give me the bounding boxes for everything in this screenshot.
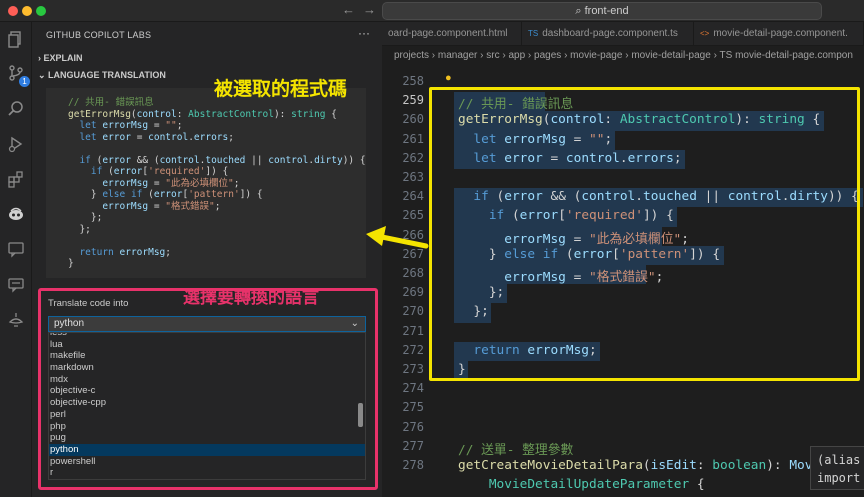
window-title: front-end <box>584 5 629 17</box>
minimize-window-button[interactable] <box>22 6 32 16</box>
line-number: 264 <box>402 189 424 204</box>
line-number: 275 <box>402 400 424 415</box>
editor-tabs: oard-page.component.html TS dashboard-pag… <box>382 22 864 46</box>
search-icon[interactable] <box>5 100 27 122</box>
line-number: 276 <box>402 419 424 434</box>
files-icon[interactable] <box>5 30 27 52</box>
navigation-arrows: ←→ <box>342 2 384 17</box>
annotation-selected-code: 被選取的程式碼 <box>214 79 348 100</box>
line-number: 261 <box>402 131 424 146</box>
run-debug-icon[interactable] <box>5 135 27 157</box>
title-bar: ←→ ⌕ front-end <box>0 0 864 22</box>
typescript-icon: TS <box>528 29 539 38</box>
code-line[interactable]: // 送單- 整理參數 <box>458 439 573 458</box>
section-explain[interactable]: › EXPLAIN <box>38 53 83 63</box>
line-number: 271 <box>402 323 424 338</box>
line-number: 265 <box>402 208 424 223</box>
code-preview-text: // 共用- 錯誤訊息 getErrorMsg(control: Abstrac… <box>68 97 366 269</box>
source-control-icon[interactable]: 1 <box>5 64 30 87</box>
line-number: 270 <box>402 304 424 319</box>
line-number: 272 <box>402 342 424 357</box>
comments-icon[interactable] <box>5 275 27 297</box>
more-actions-button[interactable]: ··· <box>358 26 370 40</box>
chevron-down-icon: ⌄ <box>38 70 49 80</box>
chat-icon[interactable] <box>5 240 27 262</box>
extensions-icon[interactable] <box>5 170 27 192</box>
arrow-left-icon[interactable]: ← <box>342 2 363 17</box>
breadcrumb[interactable]: projects › manager › src › app › pages ›… <box>382 47 864 65</box>
activity-bar: 1 <box>0 22 32 497</box>
tab-dashboard-ts[interactable]: TS dashboard-page.component.ts <box>522 22 694 46</box>
annotation-choose-language: 選擇要轉換的語言 <box>183 288 319 307</box>
labs-icon[interactable] <box>5 310 27 332</box>
code-line[interactable]: MovieDetailUpdateParameter { <box>458 477 705 492</box>
sidebar-title: GITHUB COPILOT LABS <box>46 30 152 40</box>
close-window-button[interactable] <box>8 6 18 16</box>
annotation-arrow-icon <box>366 226 429 249</box>
line-number: 273 <box>402 362 424 376</box>
line-number: 263 <box>402 170 424 184</box>
line-number: 274 <box>402 381 424 396</box>
language-list-highlight-frame <box>38 288 378 490</box>
tab-movie-detail-html[interactable]: <> movie-detail-page.component. <box>694 22 864 46</box>
line-number: 278 <box>402 458 424 472</box>
command-center[interactable]: ⌕ front-end <box>382 2 822 20</box>
selected-code-preview: // 共用- 錯誤訊息 getErrorMsg(control: Abstrac… <box>46 88 366 278</box>
tab-dashboard-html[interactable]: oard-page.component.html <box>382 22 522 46</box>
lightbulb-icon[interactable]: ● <box>445 72 452 84</box>
line-number: 268 <box>402 266 424 280</box>
line-number: 260 <box>402 112 424 127</box>
zoom-window-button[interactable] <box>36 6 46 16</box>
line-number: 269 <box>402 285 424 300</box>
line-number: 277 <box>402 438 424 453</box>
line-number: 258 <box>402 74 424 88</box>
line-number: 259 <box>402 93 424 108</box>
selected-code-highlight-frame <box>429 87 860 381</box>
html-icon: <> <box>700 29 710 38</box>
arrow-right-icon[interactable]: → <box>363 2 384 17</box>
code-line[interactable]: getCreateMovieDetailPara(isEdit: boolean… <box>458 458 820 473</box>
line-number: 262 <box>402 150 424 165</box>
copilot-icon[interactable] <box>5 205 27 227</box>
search-icon: ⌕ <box>575 5 585 17</box>
hover-tooltip: (alias import <box>810 446 864 490</box>
source-control-badge: 1 <box>19 76 30 87</box>
section-language-translation[interactable]: ⌄ LANGUAGE TRANSLATION <box>38 70 166 81</box>
